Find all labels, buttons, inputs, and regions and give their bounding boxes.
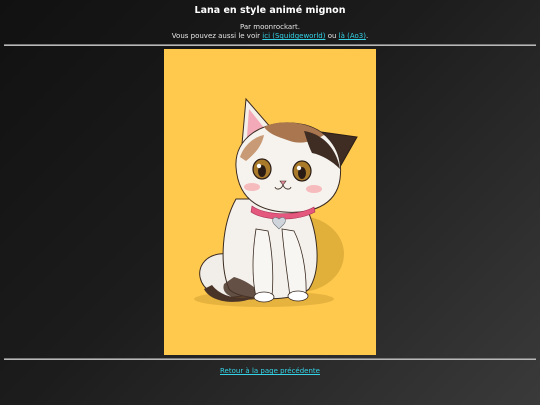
ao3-link[interactable]: là (Ao3): [339, 32, 366, 40]
footer: Retour à la page précédente: [0, 367, 540, 375]
cat-eye-shine-left: [256, 163, 262, 169]
cat-blush-left: [244, 183, 260, 191]
cat-eye-shine-right: [296, 165, 302, 171]
links-prefix: Vous pouvez aussi le voir: [171, 32, 263, 40]
cat-artwork: [164, 49, 376, 355]
links-middle: ou: [325, 32, 339, 40]
cat-front-leg-left: [252, 228, 274, 298]
cat-blush-right: [306, 185, 322, 193]
page-title: Lana en style animé mignon: [194, 5, 346, 16]
back-link[interactable]: Retour à la page précédente: [220, 367, 320, 375]
author-line: Par moonrockart.: [239, 23, 301, 31]
links-suffix: .: [365, 32, 369, 40]
squidgeworld-link[interactable]: ici (Squidgeworld): [262, 32, 325, 40]
cat-paw-left: [253, 291, 275, 303]
bottom-divider: [4, 358, 536, 360]
links-line: Vous pouvez aussi le voir ici (Squidgewo…: [0, 32, 540, 41]
credits: Par moonrockart. Vous pouvez aussi le vo…: [0, 23, 540, 41]
top-divider: [4, 44, 536, 46]
cat-paw-right: [287, 290, 309, 302]
